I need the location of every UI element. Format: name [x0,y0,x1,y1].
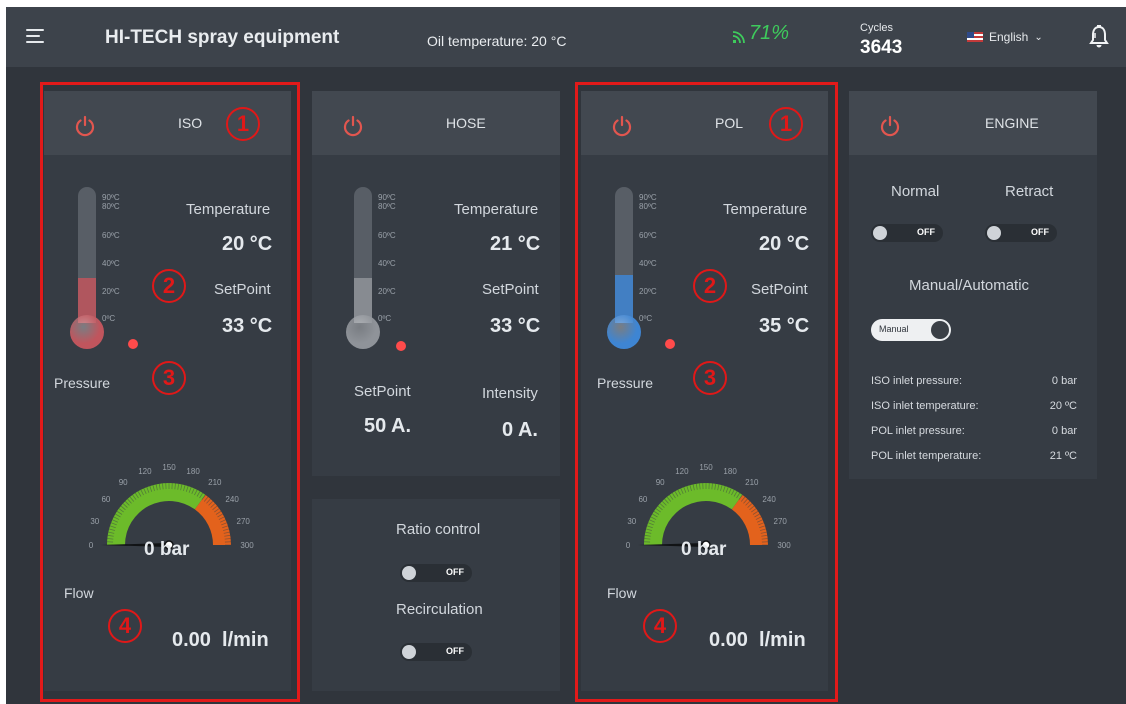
hose-current-setpoint-value: 50 A. [364,415,412,437]
chevron-down-icon: ⌄ [1034,31,1043,43]
signal-strength: 71% [732,22,790,45]
controls-panel: Ratio control OFF Recirculation OFF [312,499,560,691]
hose-intensity-label: Intensity [482,385,538,402]
language-label: English [989,30,1029,44]
toggle-state: Manual [879,324,909,334]
retract-toggle[interactable]: OFF [985,224,1057,242]
oil-temperature: Oil temperature: 20 °C [427,33,567,49]
thermo-tick: 80ºC [378,202,396,211]
thermo-tick: 0ºC [378,314,392,323]
readout-label: ISO inlet pressure: [871,375,963,387]
hose-temperature-value: 21 °C [490,233,541,255]
thermo-tick: 60ºC [378,231,396,240]
manual-automatic-toggle[interactable]: Manual [871,319,951,341]
toggle-state: OFF [446,567,464,577]
thermo-tick: 40ºC [378,259,396,268]
signal-icon [732,30,745,44]
ratio-control-label: Ratio control [396,521,481,538]
hose-temperature-label: Temperature [454,201,539,218]
hose-setpoint-value: 33 °C [490,315,541,337]
toggle-knob [931,321,949,339]
retract-label: Retract [1005,183,1054,200]
readout-value: 0 bar [1051,375,1077,387]
hose-panel: HOSE 90ºC 80ºC 60ºC 40ºC 20ºC 0ºC Temper… [312,91,560,476]
normal-toggle[interactable]: OFF [871,224,943,242]
cycles-label: Cycles [860,22,894,34]
hose-intensity-value: 0 A. [502,419,538,441]
readout-value: 21 ºC [1049,450,1077,462]
hose-power-icon[interactable] [342,115,364,137]
thermometer-bulb [346,315,380,349]
toggle-knob [873,226,887,240]
signal-percent: 71% [749,22,790,44]
hose-current-setpoint-label: SetPoint [354,383,411,400]
engine-power-icon[interactable] [879,115,901,137]
readout-label: ISO inlet temperature: [871,400,979,412]
thermo-tick: 90ºC [378,193,396,202]
readout-value: 0 bar [1051,425,1077,437]
hose-panel-header: HOSE [312,91,560,155]
engine-title: ENGINE [985,115,1039,131]
engine-panel: ENGINE Normal OFF Retract OFF Manual/Aut… [849,91,1097,479]
top-bar: HI-TECH spray equipment Oil temperature:… [6,7,1126,67]
toggle-state: OFF [446,646,464,656]
highlight-box-iso [40,82,300,702]
hose-title: HOSE [446,115,486,131]
thermometer-tube [354,187,372,323]
engine-panel-header: ENGINE [849,91,1097,155]
status-dot [396,341,406,351]
app-title: HI-TECH spray equipment [105,27,340,48]
menu-icon[interactable] [26,29,44,43]
manual-automatic-label: Manual/Automatic [909,277,1030,294]
language-selector[interactable]: English ⌄ [967,30,1043,44]
app-window: HI-TECH spray equipment Oil temperature:… [6,7,1126,704]
recirculation-label: Recirculation [396,601,483,618]
toggle-knob [987,226,1001,240]
thermo-tick: 20ºC [378,287,396,296]
us-flag-icon [967,32,983,42]
highlight-box-pol [575,82,838,702]
hose-thermometer: 90ºC 80ºC 60ºC 40ºC 20ºC 0ºC [346,187,426,362]
readout-value: 20 ºC [1049,400,1077,412]
hose-setpoint-label: SetPoint [482,281,539,298]
readout-label: POL inlet temperature: [871,450,982,462]
toggle-knob [402,566,416,580]
ratio-control-toggle[interactable]: OFF [400,564,472,582]
toggle-state: OFF [1031,227,1049,237]
cycles-value: 3643 [860,37,903,58]
toggle-state: OFF [917,227,935,237]
bell-icon[interactable] [1089,25,1109,49]
readout-label: POL inlet pressure: [871,425,965,437]
toggle-knob [402,645,416,659]
recirculation-toggle[interactable]: OFF [400,643,472,661]
normal-label: Normal [891,183,940,200]
